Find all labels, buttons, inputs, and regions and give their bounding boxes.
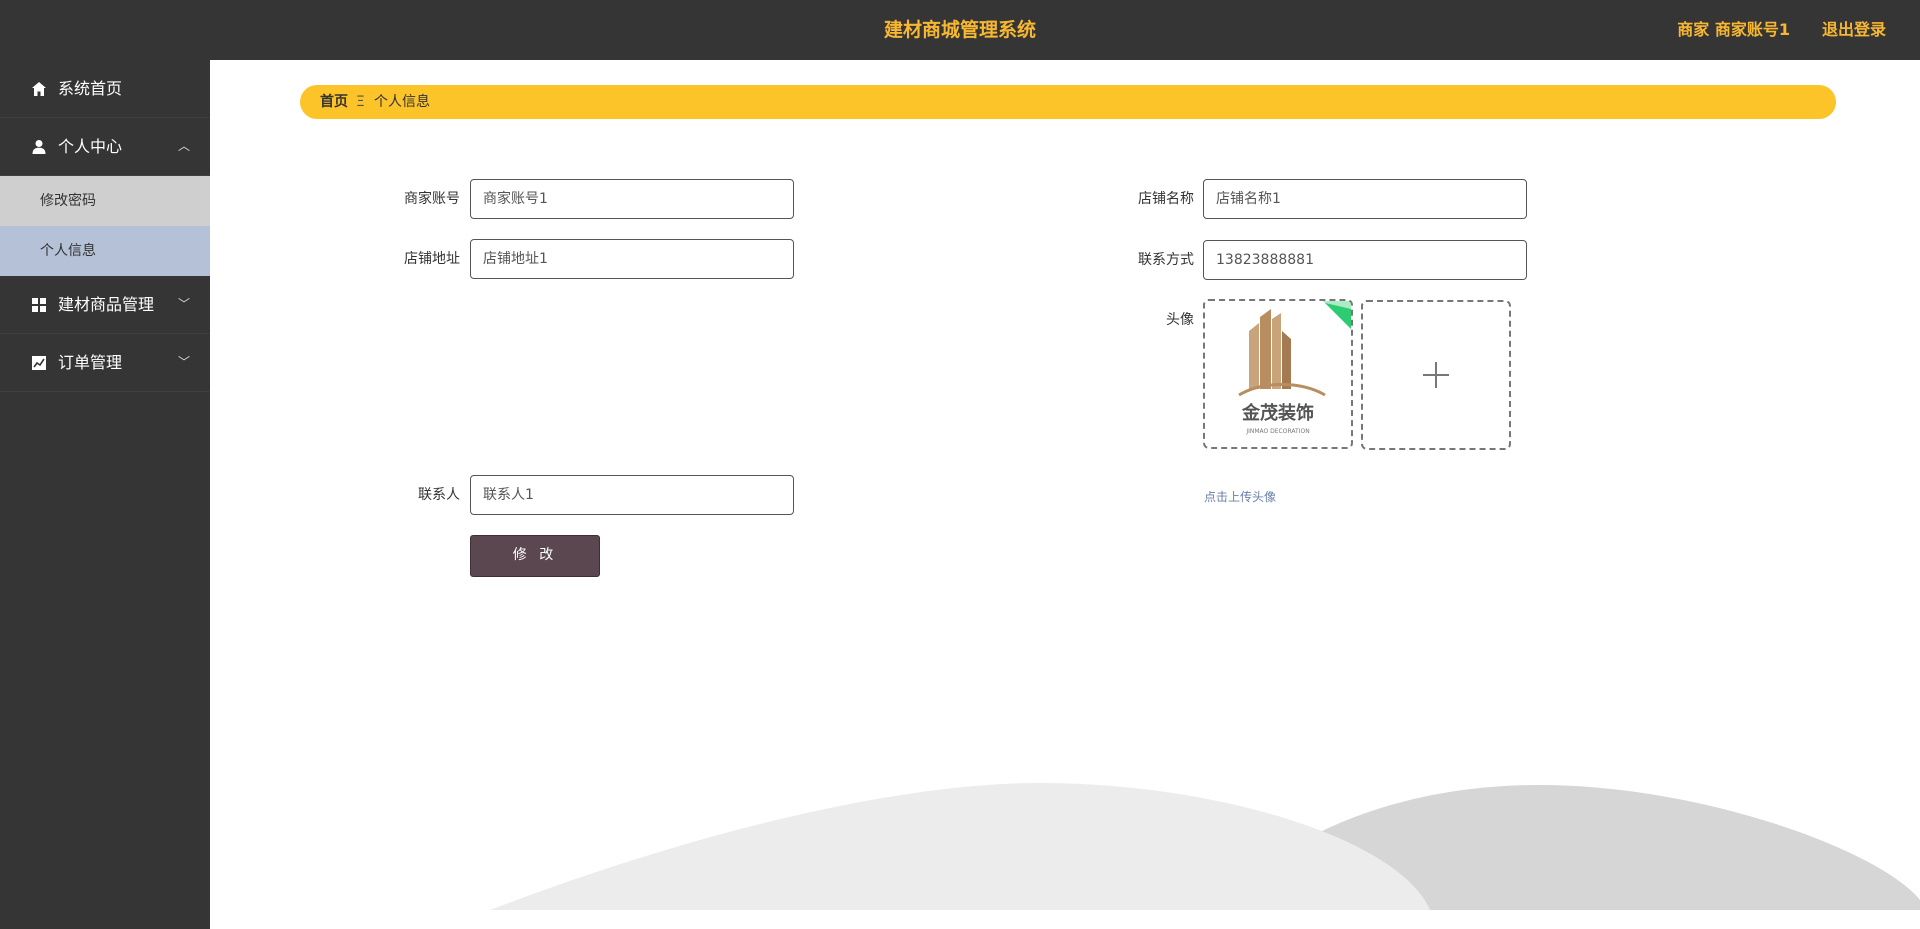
account-label: 商家账号 <box>404 191 460 207</box>
contact-label: 联系人 <box>418 487 460 503</box>
plus-icon <box>1423 362 1449 388</box>
address-label: 店铺地址 <box>404 251 460 267</box>
shop-name-label: 店铺名称 <box>1138 191 1194 207</box>
logo-text: 金茂装饰 <box>1241 402 1314 424</box>
logo-subtext: JINMAO DECORATION <box>1245 428 1309 435</box>
account-field[interactable] <box>470 179 794 219</box>
avatar-upload-button[interactable] <box>1361 300 1511 450</box>
avatar-logo-image: 金茂装饰 JINMAO DECORATION <box>1238 301 1351 435</box>
avatar-label: 头像 <box>1166 312 1194 328</box>
avatar-preview[interactable]: 金茂装饰 JINMAO DECORATION <box>1203 299 1353 449</box>
decorative-hills <box>490 783 1920 910</box>
upload-hint[interactable]: 点击上传头像 <box>1204 488 1276 505</box>
shop-name-field[interactable] <box>1203 179 1527 219</box>
phone-field[interactable] <box>1203 240 1527 280</box>
phone-label: 联系方式 <box>1138 252 1194 268</box>
contact-field[interactable] <box>470 475 794 515</box>
submit-button[interactable]: 修 改 <box>470 535 600 577</box>
address-field[interactable] <box>470 239 794 279</box>
